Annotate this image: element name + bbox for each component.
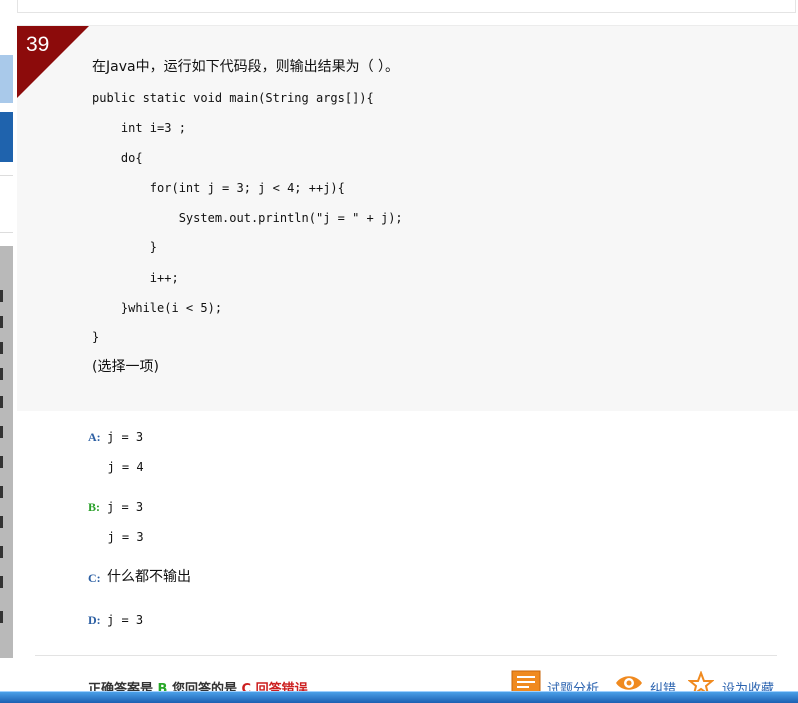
rail-tick (0, 396, 3, 408)
code-line: System.out.println("j = " + j); (92, 211, 403, 225)
rail-tick (0, 516, 3, 528)
question-hint: (选择一项) (92, 359, 159, 375)
option-text: j = 3 (107, 613, 144, 627)
question-prompt: 在Java中，运行如下代码段，则输出结果为（ ）。 (92, 59, 400, 75)
option-text: j = 4 (93, 460, 144, 474)
option-letter: C: (88, 571, 101, 585)
rail-tick (0, 426, 3, 438)
code-line: int i=3 ; (92, 121, 186, 135)
option-letter: B: (88, 500, 100, 514)
divider (35, 655, 777, 656)
question-number: 39 (26, 33, 50, 56)
code-line: }while(i < 5); (92, 301, 223, 315)
code-line: i++; (92, 271, 179, 285)
code-line: } (92, 240, 158, 254)
rail-tab-blank[interactable] (0, 175, 13, 233)
option-letter: A: (88, 430, 101, 444)
code-line: public static void main(String args[]){ (92, 91, 374, 105)
rail-tick (0, 368, 3, 380)
code-line: do{ (92, 151, 143, 165)
rail-tick (0, 486, 3, 498)
option-letter: D: (88, 613, 101, 627)
option-text: j = 3 (107, 500, 144, 514)
option-text: j = 3 (93, 530, 144, 544)
code-line: for(int j = 3; j < 4; ++j){ (92, 181, 345, 195)
previous-question-card (17, 0, 796, 13)
rail-tab-light[interactable] (0, 55, 13, 103)
code-line: } (92, 330, 100, 344)
rail-tick (0, 546, 3, 558)
rail-scroll-strip[interactable] (0, 246, 13, 658)
rail-tab-dark[interactable] (0, 112, 13, 162)
option-text: j = 3 (107, 430, 144, 444)
rail-tick (0, 456, 3, 468)
eye-icon[interactable] (614, 673, 644, 693)
rail-tick (0, 342, 3, 354)
rail-tick (0, 576, 3, 588)
left-rail (0, 0, 13, 702)
rail-tick (0, 611, 3, 623)
option-text: 什么都不输出 (107, 569, 191, 585)
rail-tick (0, 316, 3, 328)
taskbar (0, 691, 798, 703)
rail-tick (0, 290, 3, 302)
